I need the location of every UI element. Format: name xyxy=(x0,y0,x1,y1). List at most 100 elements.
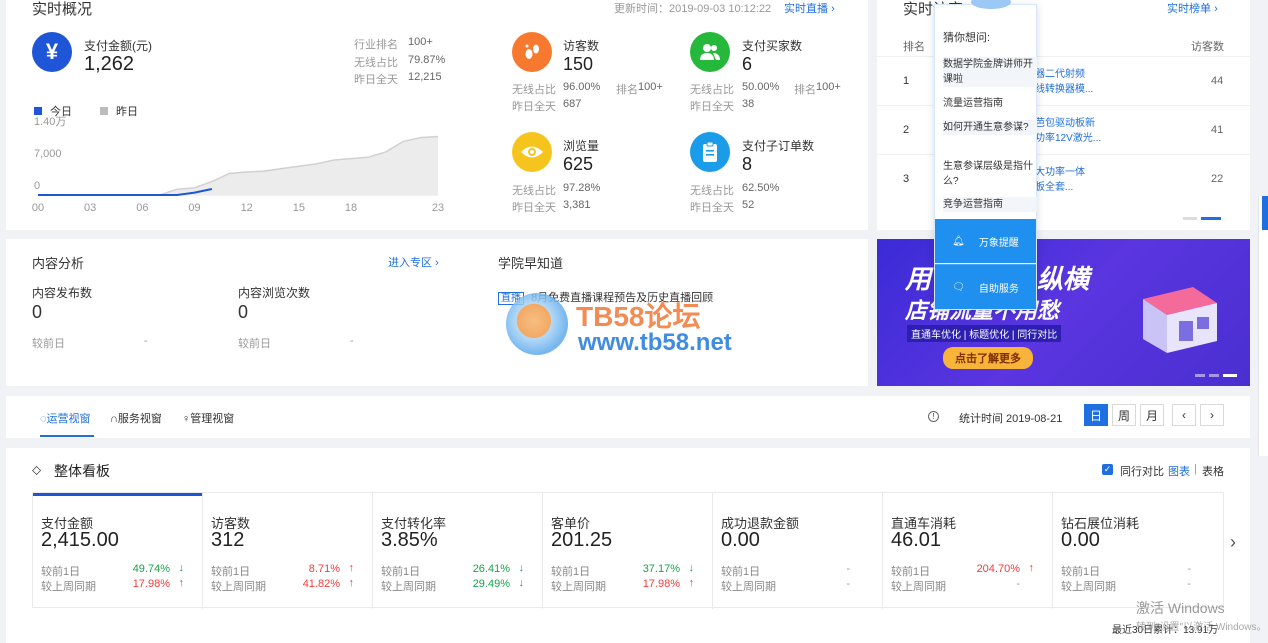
period-day-button[interactable]: 日 xyxy=(1084,404,1108,426)
kpi-cell[interactable]: 直通车消耗 46.01 较前1日 204.70% ↑ 较上周同期 - xyxy=(883,493,1053,609)
metric-pageviews-label: 浏览量 xyxy=(563,139,600,153)
content-zone-link-label: 进入专区 xyxy=(388,257,432,269)
next-date-button[interactable]: › xyxy=(1200,404,1224,426)
view-chart-link[interactable]: 图表 xyxy=(1168,463,1190,479)
info-icon[interactable]: ! xyxy=(928,411,939,422)
kpi-value: 312 xyxy=(211,529,245,551)
view-table-link[interactable]: 表格 xyxy=(1202,463,1224,479)
prev-date-button[interactable]: ‹ xyxy=(1172,404,1196,426)
help-question[interactable]: 竞争运营指南 xyxy=(943,197,1037,212)
kpi-day-arrow-icon: ↓ xyxy=(178,562,185,574)
kpi-cell[interactable]: 支付转化率 3.85% 较前1日 26.41% ↓ 较上周同期 29.49% ↓ xyxy=(373,493,543,609)
kpi-day-label: 较前1日 xyxy=(721,566,761,578)
right-edge-active[interactable] xyxy=(1262,196,1268,230)
kpi-value: 2,415.00 xyxy=(41,529,119,551)
help-question[interactable]: 流量运营指南 xyxy=(943,96,1037,111)
pager-dot-active[interactable] xyxy=(1201,217,1221,220)
period-month-button[interactable]: 月 xyxy=(1140,404,1164,426)
kpi-day-value: 49.74% xyxy=(132,563,170,575)
kpi-week-arrow-icon: ↓ xyxy=(518,577,525,589)
yesterday-label: 昨日全天 xyxy=(354,74,398,86)
kpi-next-button[interactable]: › xyxy=(1230,532,1236,553)
help-question[interactable]: 数据学院金牌讲师开课啦 xyxy=(943,57,1037,87)
content-views-label: 内容浏览次数 xyxy=(238,286,311,300)
metric-buyers-value: 6 xyxy=(742,54,753,74)
chevron-right-icon: › xyxy=(1214,3,1218,15)
kpi-cell[interactable]: 支付金额 2,415.00 较前1日 49.74% ↓ 较上周同期 17.98% ↑ xyxy=(33,493,203,609)
windows-activation-title: 激活 Windows xyxy=(1136,600,1225,616)
kpi-week-value: 29.49% xyxy=(472,578,510,590)
headset-icon: ∩ xyxy=(110,413,118,425)
visitor-row[interactable]: 1 器二代射频 线转换器模... 44 xyxy=(877,56,1250,104)
metric-visitors-wireless-label: 无线占比 xyxy=(512,84,556,96)
help-question[interactable]: 生意参谋层级是指什么? xyxy=(943,159,1037,189)
content-title: 内容分析 xyxy=(32,256,85,271)
banner-dot[interactable] xyxy=(1209,374,1219,377)
self-service-label: 自助服务 xyxy=(978,283,1019,295)
metric-pageviews-yesterday-value: 3,381 xyxy=(563,199,591,211)
visitor-count: 41 xyxy=(1211,124,1224,136)
banner-dot-active[interactable] xyxy=(1223,374,1237,377)
visitor-item-title[interactable]: 大功率一体 板全套... xyxy=(1035,165,1085,195)
kpi-week-label: 较上周同期 xyxy=(891,581,946,593)
alert-reminder-button[interactable]: 🔔︎ 万象提醒 xyxy=(935,219,1036,263)
x-tick-label: 00 xyxy=(32,202,44,214)
help-popup-title: 猜你想问: xyxy=(943,32,991,44)
kpi-cell[interactable]: 成功退款金额 0.00 较前1日 - 较上周同期 - xyxy=(713,493,883,609)
peer-compare-checkbox[interactable]: ✓ xyxy=(1102,464,1113,475)
kpi-day-value: 37.17% xyxy=(642,563,680,575)
kpi-cell[interactable]: 访客数 312 较前1日 8.71% ↑ 较上周同期 41.82% ↑ xyxy=(203,493,373,609)
metric-suborders-yesterday-value: 52 xyxy=(742,199,755,211)
visitors-rank-link[interactable]: 实时榜单 › xyxy=(1167,0,1218,16)
period-week-button[interactable]: 周 xyxy=(1112,404,1136,426)
x-tick-label: 03 xyxy=(84,202,96,214)
pager-dot[interactable] xyxy=(1183,217,1197,220)
banner-dot[interactable] xyxy=(1195,374,1205,377)
visitor-item-title[interactable]: 器二代射频 线转换器模... xyxy=(1035,67,1093,97)
y-tick-label: 0 xyxy=(34,180,40,192)
visitors-rank-link-label: 实时榜单 xyxy=(1167,3,1211,15)
realtime-card: 实时概况 更新时间：2019-09-03 10:12:22 实时直播 › ¥ 支… xyxy=(6,0,868,230)
kpi-value: 3.85% xyxy=(381,529,438,551)
metric-suborders-yesterday-label: 昨日全天 xyxy=(690,202,734,214)
y-tick-label: 1.40万 xyxy=(34,116,66,128)
visitor-count: 22 xyxy=(1211,173,1224,185)
legend-today-swatch xyxy=(34,107,42,115)
banner-cta-button[interactable]: 点击了解更多 xyxy=(943,347,1033,369)
content-publish-value: 0 xyxy=(32,302,43,322)
visitor-row[interactable]: 3 大功率一体 板全套... 22 xyxy=(877,154,1250,202)
visitor-rank: 2 xyxy=(903,124,910,136)
kpi-cell[interactable]: 客单价 201.25 较前1日 37.17% ↓ 较上周同期 17.98% ↑ xyxy=(543,493,713,609)
visitor-count: 44 xyxy=(1211,75,1224,87)
views-tabbar: ◌运营视窗 ∩服务视窗 ♀管理视窗 ! 统计时间 2019-08-21 日 周 … xyxy=(6,396,1250,438)
wireless-label: 无线占比 xyxy=(354,57,398,69)
update-time: 更新时间：2019-09-03 10:12:22 xyxy=(614,3,772,15)
help-question[interactable]: 如何开通生意参谋? xyxy=(943,120,1037,135)
chevron-right-icon: › xyxy=(831,3,835,15)
help-popup: 猜你想问: 数据学院金牌讲师开课啦 流量运营指南 如何开通生意参谋? 生意参谋层… xyxy=(934,0,1037,310)
footprint-icon xyxy=(512,32,552,72)
wireless-value: 79.87% xyxy=(408,54,446,66)
kpi-day-value: 26.41% xyxy=(472,563,510,575)
x-tick-label: 09 xyxy=(188,202,200,214)
visitor-item-title[interactable]: 芭包驱动板新 功率12V激光... xyxy=(1035,116,1101,146)
tab-operations-label: 运营视窗 xyxy=(46,413,91,425)
content-card: 内容分析 进入专区 › 内容发布数 0 较前日 - 内容浏览次数 0 较前日 -… xyxy=(6,239,868,386)
live-link[interactable]: 实时直播 › xyxy=(784,0,835,16)
content-zone-link[interactable]: 进入专区 › xyxy=(388,254,439,270)
tab-service[interactable]: ∩服务视窗 xyxy=(110,410,162,426)
promo-banner[interactable]: 用 纵横 店铺流量不用愁 直通车优化 | 标题优化 | 同行对比 点击了解更多 xyxy=(877,239,1250,386)
visitor-rank: 1 xyxy=(903,75,910,87)
yesterday-value: 12,215 xyxy=(408,71,442,83)
metric-suborders-label: 支付子订单数 xyxy=(742,139,815,153)
tab-management[interactable]: ♀管理视窗 xyxy=(182,410,234,426)
kpi-day-arrow-icon: ↑ xyxy=(1028,562,1035,574)
kpi-day-label: 较前1日 xyxy=(211,566,251,578)
visitor-row[interactable]: 2 芭包驱动板新 功率12V激光... 41 xyxy=(877,105,1250,153)
tab-operations[interactable]: ◌运营视窗 xyxy=(40,410,91,426)
kpi-week-label: 较上周同期 xyxy=(381,581,436,593)
rank-value: 100+ xyxy=(408,36,433,48)
kpi-cell[interactable]: 钻石展位消耗 0.00 较前1日 - 较上周同期 - xyxy=(1053,493,1223,609)
kpi-value: 46.01 xyxy=(891,529,942,551)
self-service-button[interactable]: 🗨︎ 自助服务 xyxy=(935,264,1036,309)
